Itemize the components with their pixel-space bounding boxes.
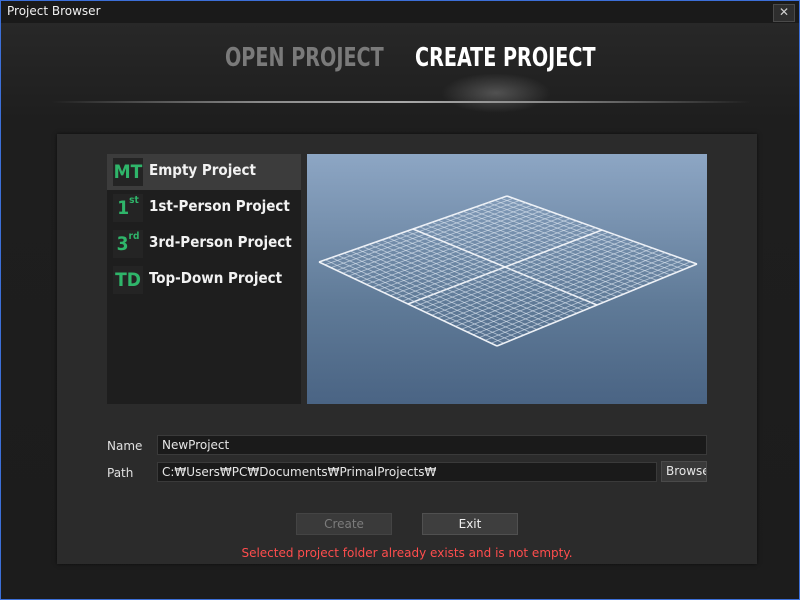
template-label: 1st-Person Project	[149, 197, 290, 215]
exit-button[interactable]: Exit	[422, 513, 518, 535]
window-title: Project Browser	[7, 4, 101, 18]
third-person-icon: 3rd	[113, 230, 143, 258]
empty-project-icon: MT	[113, 158, 143, 186]
template-label: Empty Project	[149, 161, 256, 179]
active-tab-glow	[441, 73, 551, 113]
grid-line	[318, 261, 498, 347]
top-down-icon: TD	[113, 266, 143, 294]
tab-divider	[51, 101, 751, 103]
name-input[interactable]: NewProject	[157, 435, 707, 455]
template-label: Top-Down Project	[149, 269, 283, 287]
browse-button[interactable]: Browse	[661, 461, 707, 482]
name-label: Name	[107, 439, 143, 453]
template-item-top-down[interactable]: TD Top-Down Project	[107, 262, 301, 298]
template-preview	[307, 154, 707, 404]
project-browser-window: Project Browser ✕ OPEN PROJECT CREATE PR…	[0, 0, 800, 600]
path-label: Path	[107, 466, 134, 480]
title-bar[interactable]: Project Browser ✕	[1, 1, 799, 23]
create-button[interactable]: Create	[296, 513, 392, 535]
grid-plane-preview	[318, 195, 698, 347]
close-button[interactable]: ✕	[773, 4, 795, 22]
path-input[interactable]: C:₩Users₩PC₩Documents₩PrimalProjects₩	[157, 462, 657, 482]
tab-open-project[interactable]: OPEN PROJECT	[225, 43, 384, 73]
template-item-first-person[interactable]: 1st 1st-Person Project	[107, 190, 301, 226]
error-message: Selected project folder already exists a…	[241, 546, 573, 560]
template-item-empty[interactable]: MT Empty Project	[107, 154, 301, 190]
first-person-icon: 1st	[113, 194, 143, 222]
template-item-third-person[interactable]: 3rd 3rd-Person Project	[107, 226, 301, 262]
create-project-panel: MT Empty Project 1st 1st-Person Project …	[57, 134, 757, 564]
grid-line	[356, 248, 538, 330]
template-label: 3rd-Person Project	[149, 233, 292, 251]
template-list: MT Empty Project 1st 1st-Person Project …	[107, 154, 301, 404]
tab-create-project[interactable]: CREATE PROJECT	[415, 43, 596, 73]
tab-bar: OPEN PROJECT CREATE PROJECT	[1, 43, 800, 83]
grid-line	[325, 259, 504, 344]
